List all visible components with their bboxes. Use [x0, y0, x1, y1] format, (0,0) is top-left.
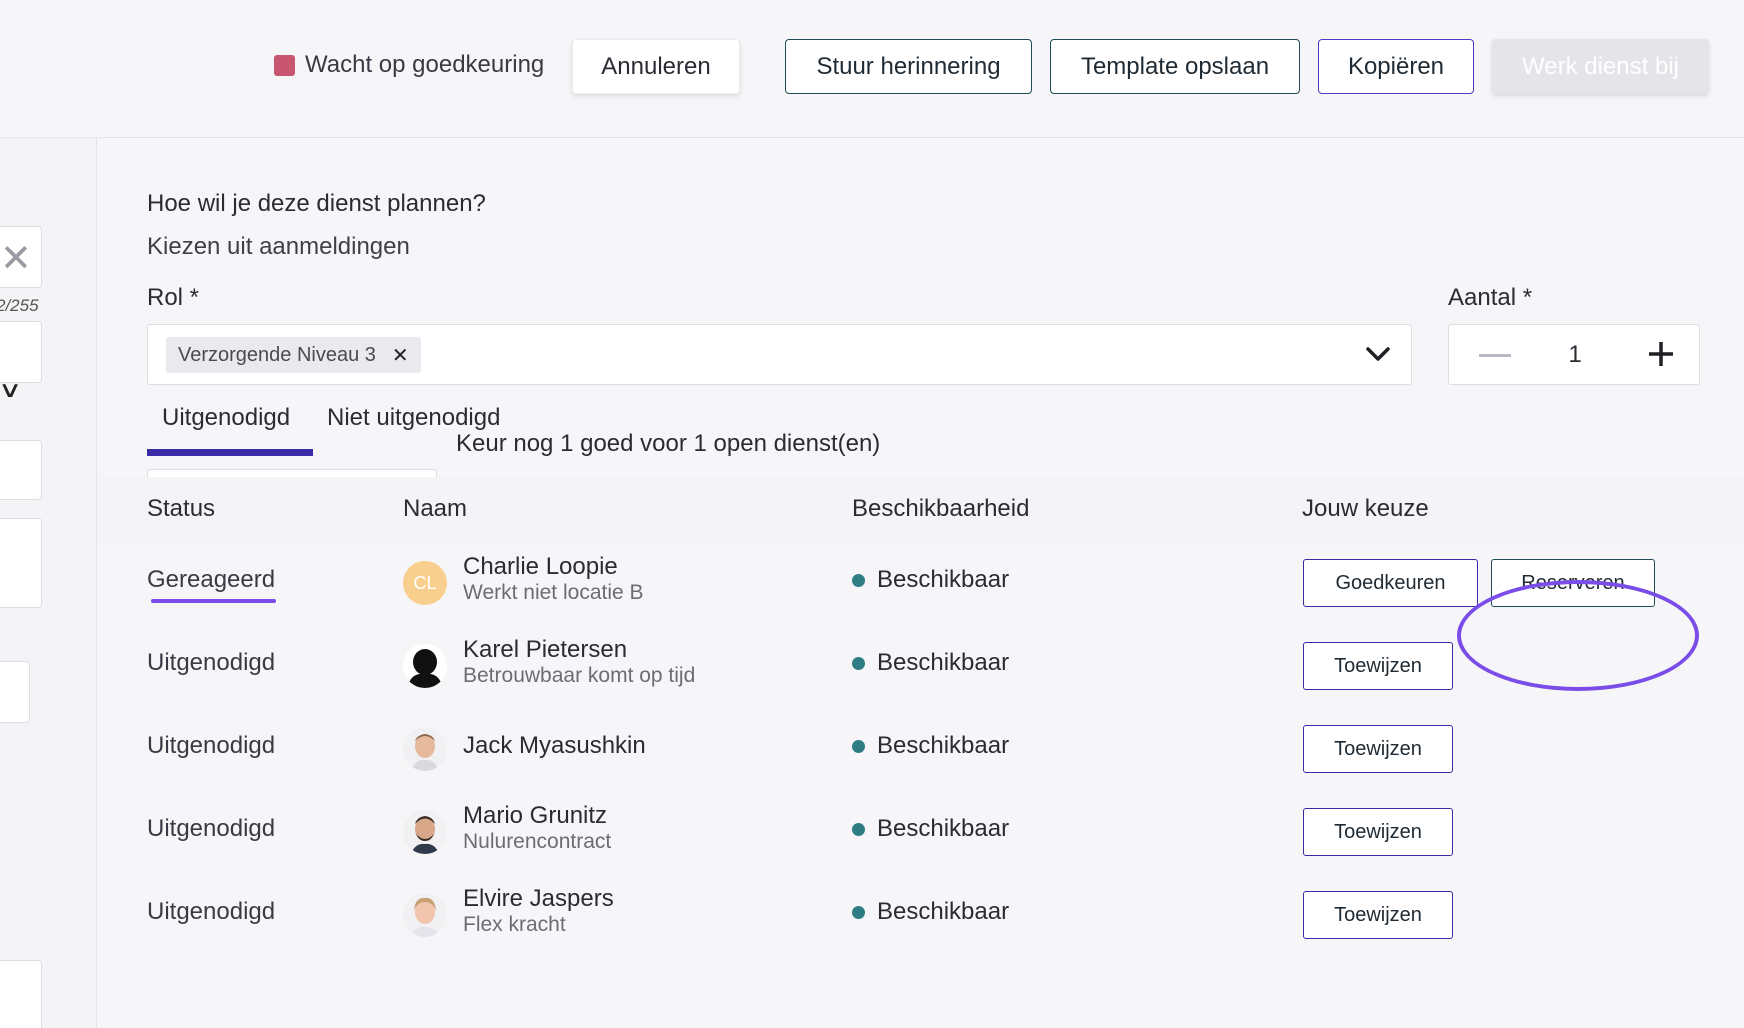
table-row: Uitgenodigd Jack Myasushkin Beschikbaar …	[98, 708, 1744, 791]
row-name: Elvire Jaspers	[463, 885, 614, 912]
row-status: Uitgenodigd	[147, 815, 276, 842]
update-shift-button[interactable]: Werk dienst bij	[1492, 39, 1709, 94]
remove-chip-icon[interactable]: ✕	[392, 343, 409, 368]
row-name: Karel Pietersen	[463, 636, 628, 663]
avatar	[403, 644, 447, 688]
availability-label: Beschikbaar	[877, 649, 1010, 676]
quantity-stepper: 1	[1448, 324, 1700, 385]
character-counter: 2/255	[0, 296, 39, 315]
row-note: Werkt niet locatie B	[463, 581, 644, 604]
approval-hint: Keur nog 1 goed voor 1 open dienst(en)	[456, 430, 881, 457]
dropdown-field-box[interactable]	[0, 321, 42, 383]
top-action-bar: Wacht op goedkeuring Annuleren Stuur her…	[0, 0, 1744, 138]
assign-button[interactable]: Toewijzen	[1303, 725, 1453, 773]
copy-button[interactable]: Kopiëren	[1318, 39, 1474, 94]
row-name: Mario Grunitz	[463, 802, 608, 829]
availability-cell: Beschikbaar	[852, 566, 1009, 594]
form-field[interactable]	[0, 960, 42, 1028]
planning-question: Hoe wil je deze dienst plannen?	[147, 190, 486, 217]
row-name: Jack Myasushkin	[463, 732, 646, 759]
column-header-availability: Beschikbaarheid	[852, 495, 1030, 522]
table-row: Uitgenodigd Karel Pietersen Betrouwbaar …	[98, 625, 1744, 708]
role-label: Rol *	[147, 284, 200, 311]
assign-button[interactable]: Toewijzen	[1303, 808, 1453, 856]
row-note: Nulurencontract	[463, 830, 612, 853]
row-status: Uitgenodigd	[147, 732, 276, 759]
form-field[interactable]	[0, 661, 30, 723]
table-row: Uitgenodigd Mario Grunitz Nulurencontrac…	[98, 791, 1744, 874]
row-note: Betrouwbaar komt op tijd	[463, 664, 696, 687]
available-dot-icon	[852, 822, 865, 836]
availability-cell: Beschikbaar	[852, 815, 1009, 843]
form-field[interactable]	[0, 440, 42, 500]
availability-label: Beschikbaar	[877, 732, 1010, 759]
availability-label: Beschikbaar	[877, 898, 1010, 925]
shift-status: Wacht op goedkeuring	[274, 50, 544, 80]
chevron-down-icon[interactable]: ∨	[0, 377, 22, 403]
row-status: Gereageerd	[147, 566, 276, 593]
avatar	[403, 893, 447, 937]
availability-label: Beschikbaar	[877, 566, 1010, 593]
cancel-button[interactable]: Annuleren	[572, 39, 740, 94]
status-color-indicator	[274, 54, 295, 76]
approve-button[interactable]: Goedkeuren	[1303, 559, 1478, 607]
availability-cell: Beschikbaar	[852, 732, 1009, 760]
table-body: Gereageerd CL Charlie Loopie Werkt niet …	[98, 542, 1744, 1028]
avatar	[403, 727, 447, 771]
availability-cell: Beschikbaar	[852, 898, 1009, 926]
save-template-button[interactable]: Template opslaan	[1050, 39, 1300, 94]
column-header-name: Naam	[403, 495, 468, 522]
avatar	[403, 810, 447, 854]
tab-uitgenodigd[interactable]: Uitgenodigd	[162, 404, 290, 432]
chevron-down-icon[interactable]	[1363, 339, 1393, 369]
status-label: Wacht op goedkeuring	[305, 51, 545, 78]
availability-cell: Beschikbaar	[852, 649, 1009, 677]
planning-method[interactable]: Kiezen uit aanmeldingen	[147, 233, 410, 261]
assign-button[interactable]: Toewijzen	[1303, 642, 1453, 690]
increment-button[interactable]	[1645, 338, 1677, 370]
availability-label: Beschikbaar	[877, 815, 1010, 842]
close-icon[interactable]: ✕	[0, 240, 32, 278]
role-chip-label: Verzorgende Niveau 3	[178, 343, 376, 366]
reserve-button[interactable]: Reserveren	[1491, 559, 1655, 607]
row-status: Uitgenodigd	[147, 898, 276, 925]
column-header-choice: Jouw keuze	[1302, 495, 1429, 522]
quantity-label: Aantal *	[1448, 284, 1533, 311]
table-row: Gereageerd CL Charlie Loopie Werkt niet …	[98, 542, 1744, 625]
row-status: Uitgenodigd	[147, 649, 276, 676]
row-note: Flex kracht	[463, 913, 566, 936]
available-dot-icon	[852, 739, 865, 753]
table-row: Uitgenodigd Elvire Jaspers Flex kracht B…	[98, 874, 1744, 957]
column-header-status: Status	[147, 495, 216, 522]
role-chip: Verzorgende Niveau 3 ✕	[166, 337, 421, 373]
tab-niet-uitgenodigd[interactable]: Niet uitgenodigd	[327, 404, 500, 432]
form-field[interactable]	[0, 518, 42, 608]
shift-planning-panel: Hoe wil je deze dienst plannen? Kiezen u…	[98, 138, 1744, 1028]
available-dot-icon	[852, 905, 865, 919]
assign-button[interactable]: Toewijzen	[1303, 891, 1453, 939]
row-name: Charlie Loopie	[463, 553, 618, 580]
status-underline	[151, 599, 276, 603]
send-reminder-button[interactable]: Stuur herinnering	[785, 39, 1032, 94]
available-dot-icon	[852, 656, 865, 670]
active-tab-indicator	[147, 449, 313, 456]
available-dot-icon	[852, 573, 865, 587]
role-select[interactable]: Verzorgende Niveau 3 ✕	[147, 324, 1412, 385]
avatar: CL	[403, 561, 447, 605]
